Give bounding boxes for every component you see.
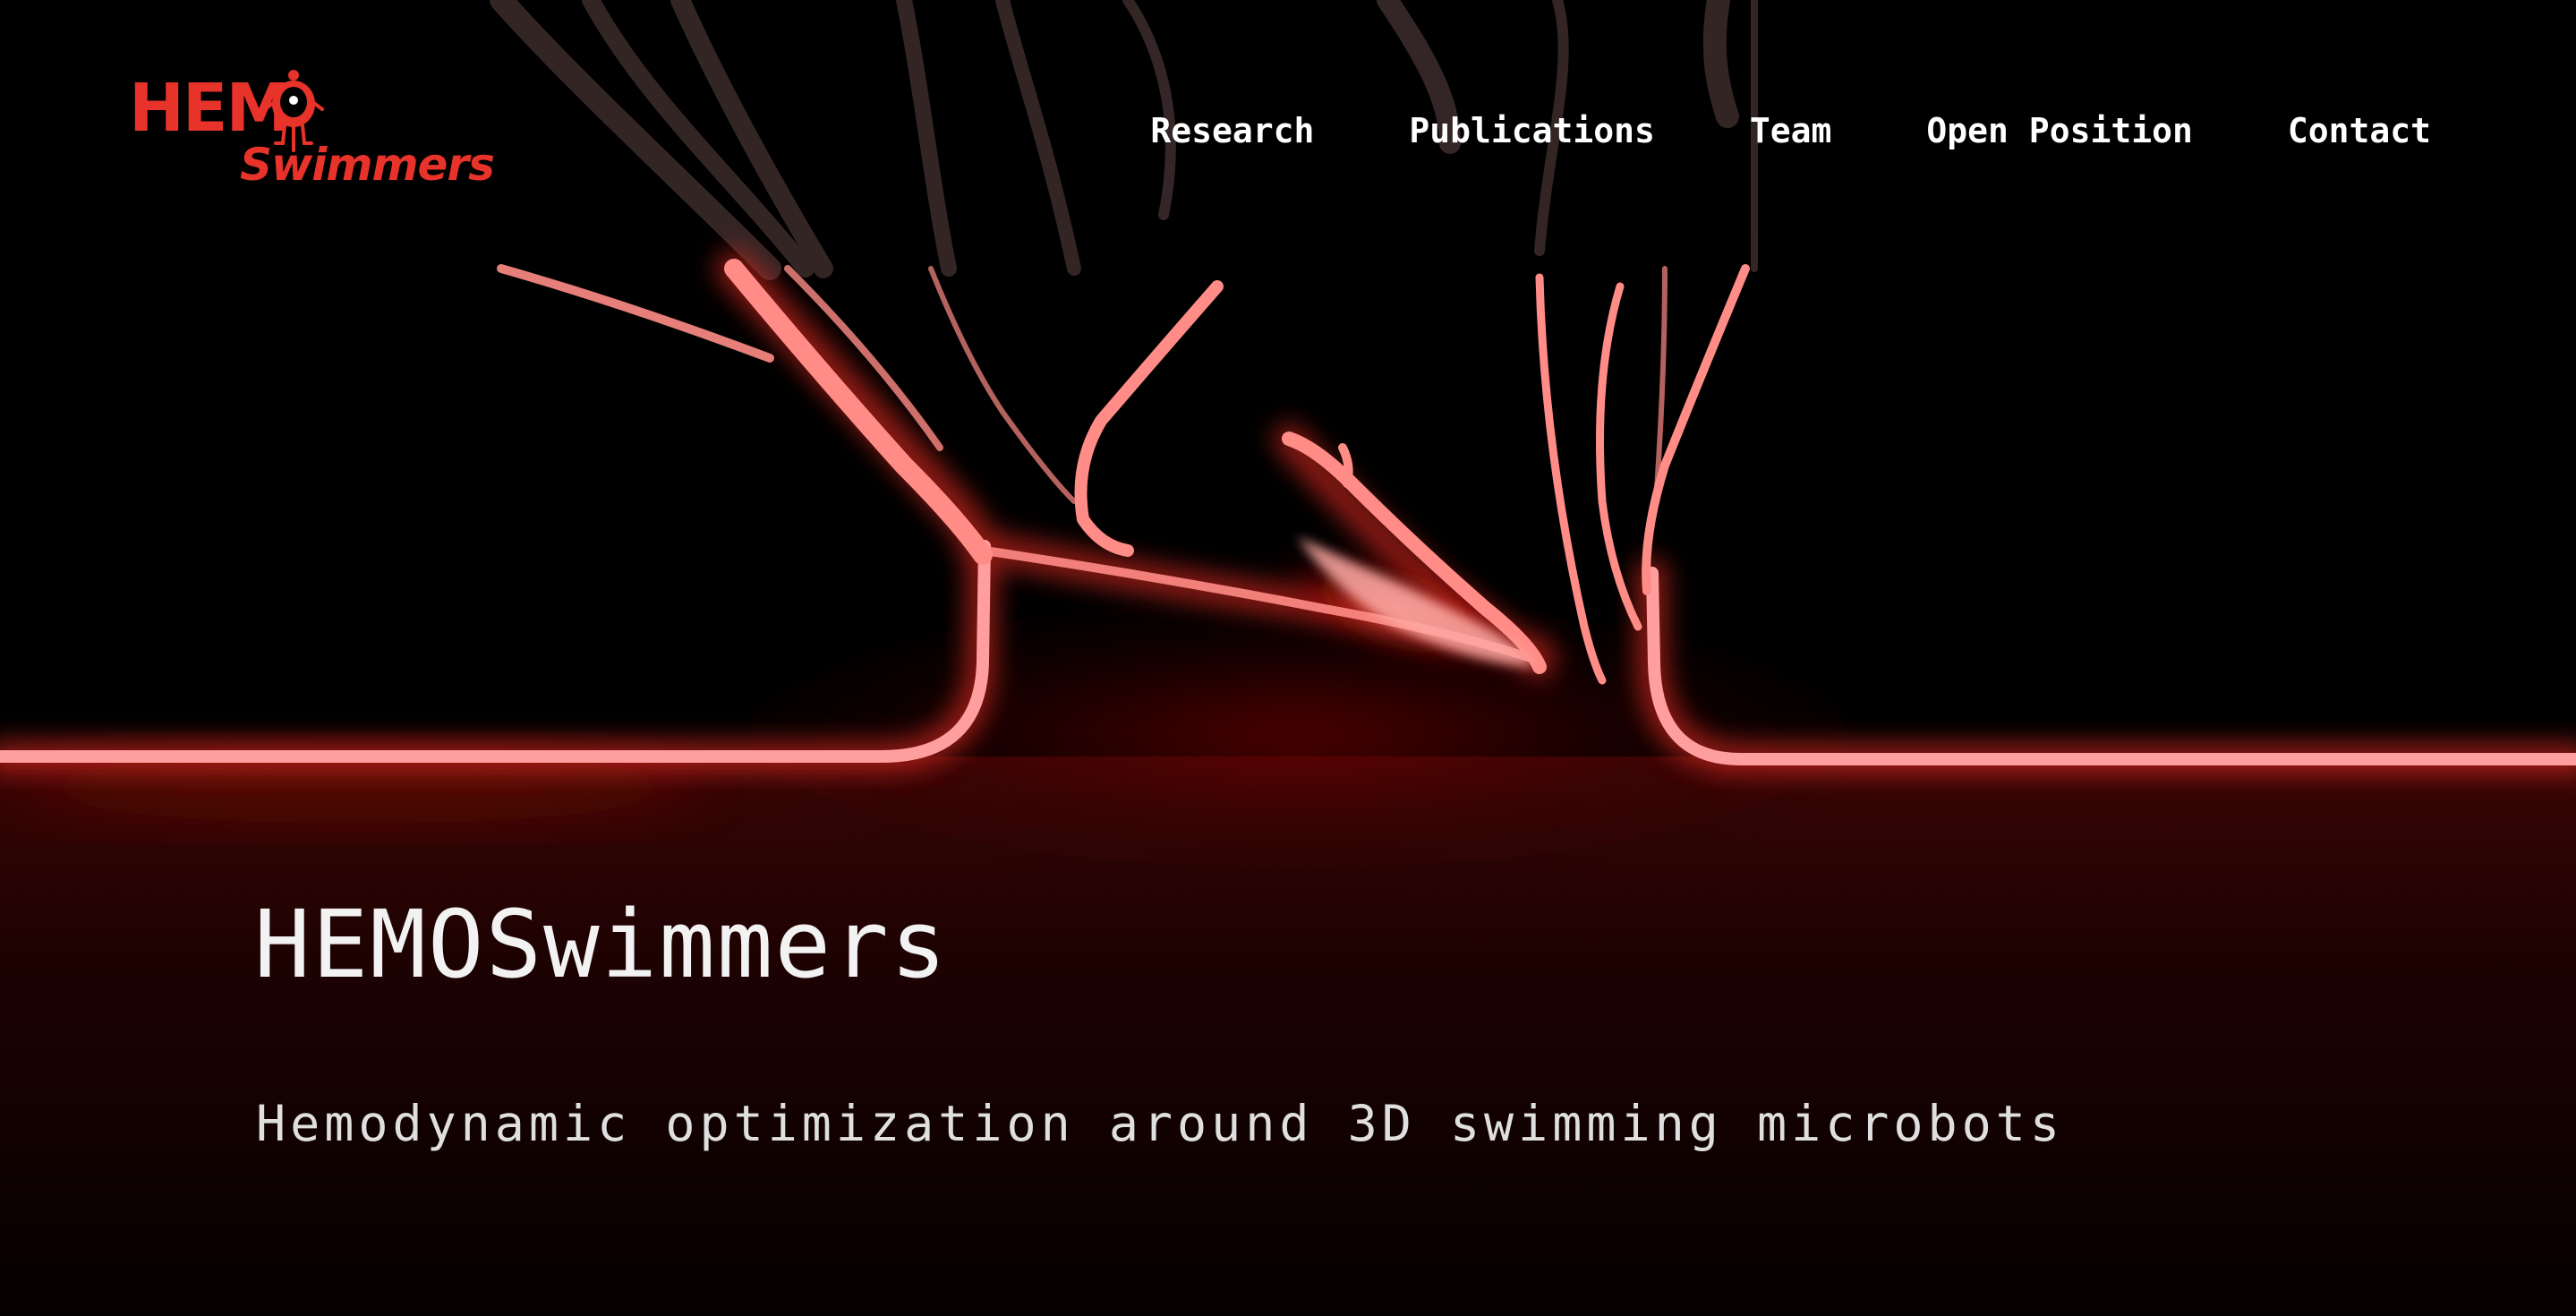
hero-title: HEMOSwimmers (254, 890, 949, 999)
nav-item-open-position[interactable]: Open Position (1926, 111, 2192, 150)
site-logo[interactable]: HEM Swimmers (129, 68, 495, 202)
site-header: HEM Swimmers Research Publications Team (0, 0, 2576, 269)
main-nav: Research Publications Team Open Position… (1150, 111, 2431, 150)
hero-subtitle: Hemodynamic optimization around 3D swimm… (256, 1095, 2064, 1152)
nav-item-team[interactable]: Team (1750, 111, 1832, 150)
nav-item-publications[interactable]: Publications (1409, 111, 1655, 150)
logo-swimmers-text: Swimmers (240, 139, 495, 191)
nav-item-research[interactable]: Research (1150, 111, 1314, 150)
hero-section: HEM Swimmers Research Publications Team (0, 0, 2576, 1316)
nav-item-contact[interactable]: Contact (2288, 111, 2431, 150)
